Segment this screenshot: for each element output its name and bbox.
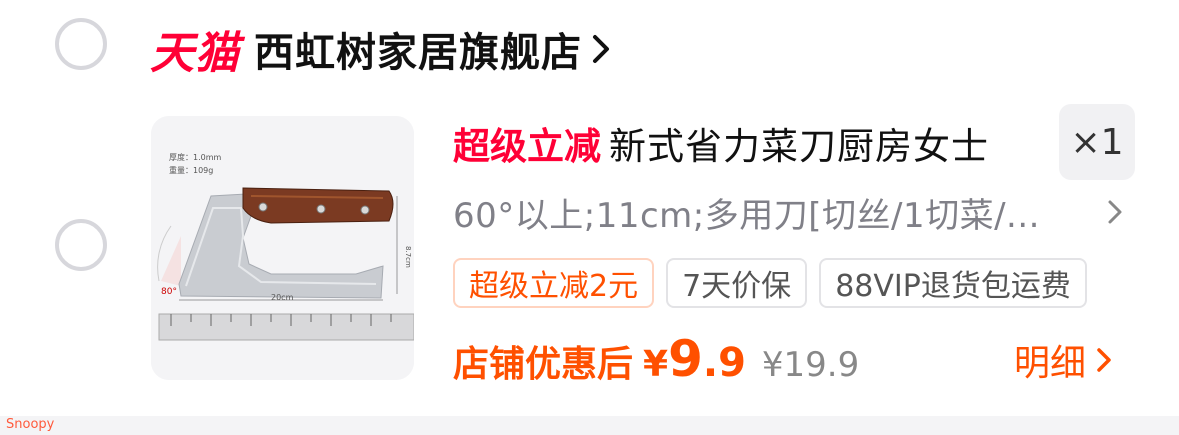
- item-select-radio[interactable]: [55, 219, 107, 271]
- price-protection-tag: 7天价保: [666, 258, 808, 308]
- promo-tag: 超级立减: [453, 125, 601, 168]
- price-row: 店铺优惠后 ¥ 9 .9 ¥19.9: [453, 330, 860, 388]
- original-price: ¥19.9: [761, 345, 860, 385]
- watermark: Snoopy: [6, 417, 55, 432]
- service-tags: 超级立减2元 7天价保 88VIP退货包运费: [453, 258, 1099, 308]
- product-thumbnail[interactable]: 厚度：1.0mm 重量：109g 8.7cm 20cm 80°: [151, 116, 414, 380]
- price-symbol: ¥: [643, 344, 669, 385]
- price-detail-button[interactable]: 明细: [1014, 334, 1112, 386]
- chevron-right-icon[interactable]: [590, 31, 612, 67]
- shop-name[interactable]: 西虹树家居旗舰店: [254, 20, 582, 78]
- price-decimal: .9: [702, 340, 746, 386]
- knife-image: 厚度：1.0mm 重量：109g 8.7cm 20cm 80°: [151, 116, 414, 380]
- price-integer: 9: [668, 330, 703, 388]
- sku-text: 60°以上;11cm;多用刀[切丝/1切菜/...: [453, 195, 1040, 236]
- chevron-right-icon: [1108, 200, 1122, 224]
- angle-label: 80°: [161, 287, 177, 297]
- thickness-label: 厚度：1.0mm: [169, 152, 222, 162]
- item-title[interactable]: 新式省力菜刀厨房女士: [609, 116, 989, 170]
- shop-header[interactable]: 天猫 西虹树家居旗舰店: [150, 20, 612, 79]
- discount-tag: 超级立减2元: [453, 258, 655, 308]
- height-label: 8.7cm: [404, 246, 412, 268]
- footer-bar: Snoopy: [0, 416, 1179, 435]
- weight-label: 重量：109g: [169, 165, 213, 175]
- vip-return-tag: 88VIP退货包运费: [819, 258, 1087, 308]
- tmall-logo: 天猫: [150, 28, 240, 79]
- price-label: 店铺优惠后: [453, 344, 634, 385]
- sku-selector[interactable]: 60°以上;11cm;多用刀[切丝/1切菜/...: [453, 188, 1123, 236]
- chevron-right-icon: [1097, 348, 1111, 372]
- detail-label: 明细: [1014, 343, 1087, 384]
- quantity-button[interactable]: ×1: [1059, 104, 1135, 180]
- item-title-row[interactable]: 超级立减 新式省力菜刀厨房女士: [453, 115, 989, 171]
- shop-select-radio[interactable]: [55, 18, 107, 70]
- length-label: 20cm: [271, 293, 294, 302]
